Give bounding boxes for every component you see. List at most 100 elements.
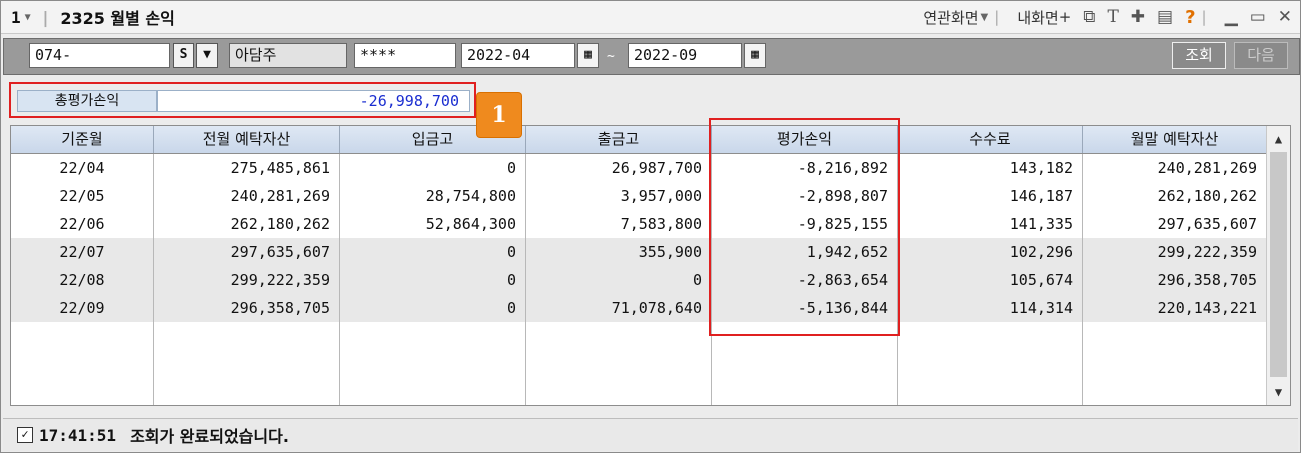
maximize-icon[interactable]: ▭ [1250, 7, 1266, 27]
monthly-pnl-window: 1 ▼ | 2325 월별 손익 연관화면 ▼ | 내화면 + ⧉ T ✚ ▤ … [0, 0, 1301, 453]
account-name-field: 아담주 [229, 43, 347, 68]
plus-icon: + [1058, 8, 1072, 26]
column-header[interactable]: 수수료 [898, 126, 1083, 153]
calendar-icon[interactable]: ▦ [744, 43, 766, 68]
table-cell: 114,314 [898, 294, 1083, 322]
table-cell: 105,674 [898, 266, 1083, 294]
table-cell: 275,485,861 [154, 154, 340, 182]
table-cell: 240,281,269 [1083, 154, 1267, 182]
print-icon[interactable]: ▤ [1157, 7, 1173, 27]
title-separator: | [40, 7, 51, 27]
end-month-field[interactable]: 2022-09 [628, 43, 742, 68]
add-icon[interactable]: ✚ [1131, 7, 1145, 27]
window-title: 2325 월별 손익 [60, 9, 175, 28]
column-header[interactable]: 월말 예탁자산 [1083, 126, 1267, 153]
table-row[interactable]: 22/04 275,485,861 0 26,987,700 -8,216,89… [11, 154, 1267, 182]
table-cell: 220,143,221 [1083, 294, 1267, 322]
table-cell: 141,335 [898, 210, 1083, 238]
table-cell: 0 [340, 266, 526, 294]
table-cell: 296,358,705 [1083, 266, 1267, 294]
table-cell: 52,864,300 [340, 210, 526, 238]
total-pnl-summary: 총평가손익 -26,998,700 [9, 82, 476, 118]
calendar-icon[interactable]: ▦ [577, 43, 599, 68]
close-icon[interactable]: ✕ [1278, 7, 1292, 27]
table-cell: -9,825,155 [712, 210, 898, 238]
related-screen-menu[interactable]: 연관화면 ▼ [923, 7, 988, 28]
table-cell: 262,180,262 [154, 210, 340, 238]
annotation-badge: 1 [477, 93, 521, 137]
total-pnl-label: 총평가손익 [17, 90, 157, 112]
column-header[interactable]: 전월 예탁자산 [154, 126, 340, 153]
table-cell: -2,898,807 [712, 182, 898, 210]
internal-screen-button[interactable]: 내화면 + [1017, 7, 1071, 28]
empty-grid-area [11, 322, 1267, 405]
table-cell: 7,583,800 [526, 210, 712, 238]
table-cell: 22/07 [11, 238, 154, 266]
status-message: 조회가 완료되었습니다. [130, 427, 289, 446]
table-cell: 262,180,262 [1083, 182, 1267, 210]
account-dropdown-icon[interactable]: ▼ [196, 43, 218, 68]
window-number[interactable]: 1 [11, 8, 21, 27]
column-header[interactable]: 출금고 [526, 126, 712, 153]
window-number-dropdown-icon[interactable]: ▼ [25, 12, 31, 23]
divider: | [994, 8, 1000, 26]
vertical-scrollbar[interactable]: ▲ ▼ [1266, 126, 1290, 405]
account-number-field[interactable]: 074- [29, 43, 170, 68]
table-cell: 240,281,269 [154, 182, 340, 210]
table-cell: 22/06 [11, 210, 154, 238]
table-cell: 22/08 [11, 266, 154, 294]
table-cell: -2,863,654 [712, 266, 898, 294]
column-header[interactable]: 평가손익 [712, 126, 898, 153]
table-row[interactable]: 22/05 240,281,269 28,754,800 3,957,000 -… [11, 182, 1267, 210]
start-month-field[interactable]: 2022-04 [461, 43, 575, 68]
table-cell: 26,987,700 [526, 154, 712, 182]
status-checkbox[interactable]: ✓ [17, 427, 33, 443]
table-cell: -5,136,844 [712, 294, 898, 322]
table-row[interactable]: 22/08 299,222,359 0 0 -2,863,654 105,674… [11, 266, 1267, 294]
related-screen-label: 연관화면 [923, 8, 979, 27]
table-cell: 102,296 [898, 238, 1083, 266]
table-row[interactable]: 22/09 296,358,705 0 71,078,640 -5,136,84… [11, 294, 1267, 322]
table-header: 기준월 전월 예탁자산 입금고 출금고 평가손익 수수료 월말 예탁자산 [11, 126, 1267, 154]
table-row[interactable]: 22/06 262,180,262 52,864,300 7,583,800 -… [11, 210, 1267, 238]
scroll-thumb[interactable] [1270, 152, 1287, 377]
link-screen-icon[interactable]: ⧉ [1083, 7, 1095, 27]
status-bar: ✓ 17:41:51 조회가 완료되었습니다. [3, 418, 1298, 451]
monthly-pnl-table[interactable]: 기준월 전월 예탁자산 입금고 출금고 평가손익 수수료 월말 예탁자산 22/… [10, 125, 1291, 406]
table-cell: -8,216,892 [712, 154, 898, 182]
table-row[interactable]: 22/07 297,635,607 0 355,900 1,942,652 10… [11, 238, 1267, 266]
help-icon[interactable]: ? [1185, 7, 1195, 28]
account-type-button[interactable]: S [173, 43, 194, 68]
status-time: 17:41:51 [39, 425, 117, 445]
column-header[interactable]: 기준월 [11, 126, 154, 153]
table-cell: 143,182 [898, 154, 1083, 182]
table-cell: 1,942,652 [712, 238, 898, 266]
table-cell: 299,222,359 [1083, 238, 1267, 266]
table-cell: 22/05 [11, 182, 154, 210]
next-button[interactable]: 다음 [1234, 42, 1288, 69]
table-cell: 0 [340, 154, 526, 182]
divider: | [1201, 8, 1207, 26]
table-body: 22/04 275,485,861 0 26,987,700 -8,216,89… [11, 154, 1267, 322]
table-cell: 22/09 [11, 294, 154, 322]
scroll-down-icon[interactable]: ▼ [1267, 381, 1290, 403]
total-pnl-value: -26,998,700 [157, 90, 470, 112]
range-separator: ~ [607, 49, 615, 64]
query-toolbar: 074- S ▼ 아담주 **** 2022-04 ▦ ~ 2022-09 ▦ … [3, 38, 1300, 75]
table-cell: 0 [340, 238, 526, 266]
table-cell: 22/04 [11, 154, 154, 182]
password-field[interactable]: **** [354, 43, 456, 68]
table-cell: 355,900 [526, 238, 712, 266]
table-cell: 297,635,607 [154, 238, 340, 266]
query-button[interactable]: 조회 [1172, 42, 1226, 69]
table-cell: 28,754,800 [340, 182, 526, 210]
scroll-up-icon[interactable]: ▲ [1267, 128, 1290, 150]
chevron-down-icon: ▼ [980, 11, 989, 23]
table-cell: 296,358,705 [154, 294, 340, 322]
table-cell: 3,957,000 [526, 182, 712, 210]
table-cell: 0 [340, 294, 526, 322]
text-size-icon[interactable]: T [1107, 7, 1118, 27]
table-cell: 299,222,359 [154, 266, 340, 294]
internal-screen-label: 내화면 [1017, 8, 1059, 27]
minimize-icon[interactable]: ▁ [1225, 7, 1238, 27]
